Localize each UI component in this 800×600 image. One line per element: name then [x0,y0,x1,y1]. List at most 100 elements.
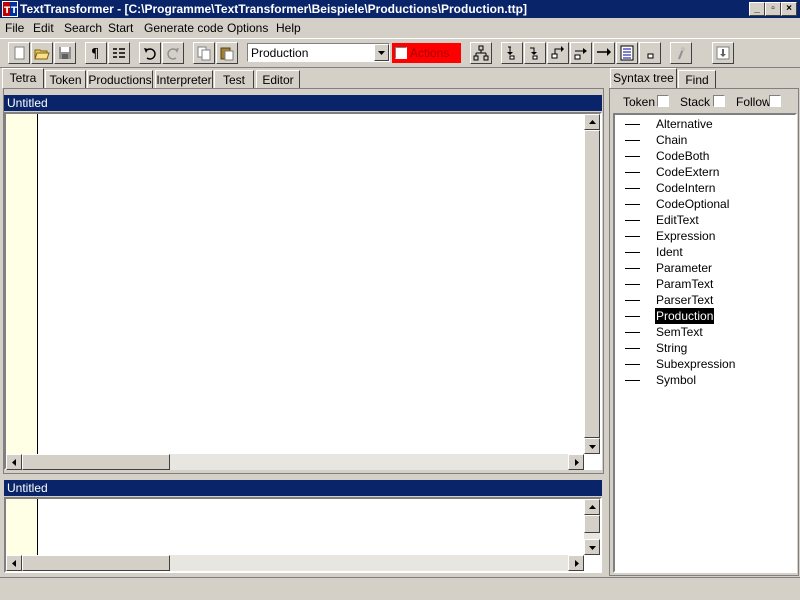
step-out-icon [551,46,564,59]
stack-checkbox[interactable] [713,95,725,107]
save-button[interactable] [54,42,76,64]
scroll-down-button[interactable] [584,438,600,454]
tree-item[interactable]: Ident [615,244,795,260]
toolbar: ¶ Production Actions [0,38,800,68]
undo-button[interactable] [139,42,161,64]
tree-item[interactable]: Parameter [615,260,795,276]
tab-interpreter[interactable]: Interpreter [155,70,213,88]
scroll-left-button[interactable] [6,454,22,470]
tree-item-label: ParserText [656,293,714,307]
tab-tetra[interactable]: Tetra [2,68,44,88]
tree-item[interactable]: Symbol [615,372,795,388]
tab-test[interactable]: Test [214,70,254,88]
tree-item[interactable]: Expression [615,228,795,244]
go-button[interactable] [593,42,615,64]
list-button[interactable] [108,42,130,64]
hscroll-thumb[interactable] [22,454,170,470]
minimize-button[interactable]: _ [749,2,765,16]
scroll-thumb[interactable] [584,130,600,438]
menu-generate-code[interactable]: Generate code [144,21,223,35]
actions-checkbox[interactable] [395,47,407,59]
menu-file[interactable]: File [5,21,24,35]
tree-item[interactable]: ParserText [615,292,795,308]
export-icon [716,46,730,60]
copy-icon [197,46,211,61]
production-combo-value: Production [251,46,309,60]
tree-item[interactable]: Subexpression [615,356,795,372]
bottom-editor[interactable] [4,497,602,573]
menu-help[interactable]: Help [276,21,301,35]
tree-item[interactable]: ParamText [615,276,795,292]
tree-item[interactable]: Alternative [615,116,795,132]
top-editor-vscrollbar[interactable] [584,114,600,454]
scroll-right-button[interactable] [568,555,584,571]
breakpoints-icon [620,45,634,61]
combo-dropdown-button[interactable] [374,44,389,61]
scroll-right-button[interactable] [568,454,584,470]
paste-button[interactable] [216,42,238,64]
bottom-editor-gutter [6,499,38,555]
menu-options[interactable]: Options [227,21,268,35]
tree-item[interactable]: CodeBoth [615,148,795,164]
scroll-up-button[interactable] [584,499,600,515]
export-button[interactable] [712,42,734,64]
tree-item[interactable]: CodeIntern [615,180,795,196]
bottom-editor-hscrollbar[interactable] [6,555,584,571]
tab-editor[interactable]: Editor [256,70,300,88]
tree-connector-line [625,364,640,365]
menu-start[interactable]: Start [108,21,133,35]
tree-button[interactable] [470,42,492,64]
tree-item-label: String [656,341,688,355]
wand-button[interactable] [670,42,692,64]
tab-productions[interactable]: Productions [87,70,153,88]
close-button[interactable]: × [781,2,797,16]
open-button[interactable] [31,42,53,64]
top-editor-hscrollbar[interactable] [6,454,584,470]
tab-syntax-tree[interactable]: Syntax tree [610,68,677,88]
tree-item[interactable]: SemText [615,324,795,340]
tree-item[interactable]: EditText [615,212,795,228]
tree-item[interactable]: CodeOptional [615,196,795,212]
scroll-thumb[interactable] [584,515,600,533]
menu-search[interactable]: Search [64,21,102,35]
tree-connector-line [625,332,640,333]
restore-button[interactable]: ▫ [765,2,781,16]
tab-token[interactable]: Token [45,70,86,88]
hscroll-thumb[interactable] [22,555,170,571]
token-checkbox[interactable] [657,95,669,107]
tree-item[interactable]: CodeExtern [615,164,795,180]
menu-edit[interactable]: Edit [33,21,54,35]
run-to-button[interactable] [570,42,592,64]
scroll-left-button[interactable] [6,555,22,571]
arrow-right-icon [575,560,579,567]
tab-find[interactable]: Find [678,70,716,88]
scroll-up-button[interactable] [584,114,600,130]
tree-item-label: Expression [656,229,716,243]
step-over-button[interactable] [524,42,546,64]
bottom-editor-vscrollbar[interactable] [584,499,600,555]
step-out-button[interactable] [547,42,569,64]
tree-item[interactable]: Production [615,308,795,324]
copy-button[interactable] [193,42,215,64]
new-button[interactable] [8,42,30,64]
tree-item[interactable]: String [615,340,795,356]
breakpoints-button[interactable] [616,42,638,64]
redo-icon [167,48,179,60]
tree-connector-line [625,252,640,253]
production-combo[interactable]: Production [247,43,390,62]
step-into-button[interactable] [501,42,523,64]
tree-connector-line [625,380,640,381]
top-editor[interactable] [4,112,602,470]
tree-item[interactable]: Chain [615,132,795,148]
paragraph-button[interactable]: ¶ [85,42,107,64]
follow-checkbox[interactable] [769,95,781,107]
redo-button[interactable] [162,42,184,64]
stop-button[interactable] [639,42,661,64]
top-editor-caption: Untitled [4,95,602,111]
paste-icon [220,47,234,61]
syntax-tree[interactable]: Alternative Chain CodeBoth CodeExtern CodeIn… [613,113,797,573]
tree-connector-line [625,284,640,285]
step-into-icon [507,46,515,60]
scroll-down-button[interactable] [584,539,600,555]
actions-toggle[interactable]: Actions [392,43,461,63]
